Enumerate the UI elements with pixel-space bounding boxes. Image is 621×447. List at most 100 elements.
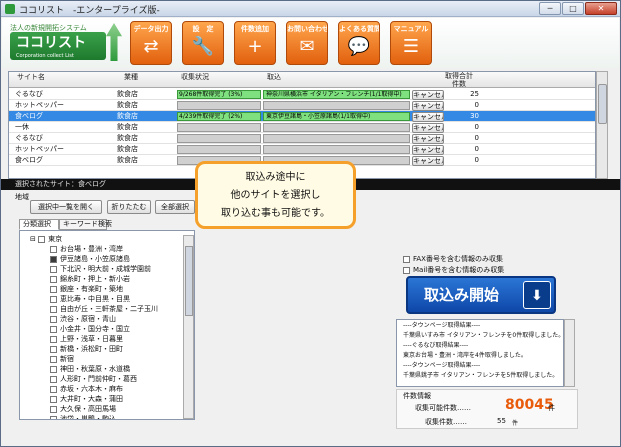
tree-item[interactable]: 下北沢・明大前・成城学園前	[50, 264, 151, 274]
table-row[interactable]: ホットペッパー 飲食店 キャンセル 0	[9, 100, 595, 111]
tree-item-label: 恵比寿・中目黒・目黒	[60, 295, 130, 303]
tree-item[interactable]: 伊豆諸島・小笠原諸島	[50, 254, 130, 264]
industry: 飲食店	[117, 90, 138, 98]
site-name: ホットペッパー	[15, 101, 64, 109]
select-all-button[interactable]: 全部選択	[155, 200, 195, 214]
tree-checkbox[interactable]	[50, 345, 57, 353]
table-row[interactable]: 食べログ 飲食店 4/239件取得完了 (2%) 東京伊豆諸島・小笠原諸島(1/1取得…	[9, 111, 595, 122]
count: 0	[474, 134, 479, 142]
site-name: 食べログ	[15, 112, 43, 120]
tree-checkbox[interactable]	[50, 265, 57, 273]
tree-checkbox[interactable]	[50, 375, 57, 383]
logo-english: Corporation collect List	[16, 53, 74, 59]
tree-checkbox[interactable]	[50, 365, 57, 373]
toolbar-button-5[interactable]: マニュアル ☰	[390, 21, 432, 65]
table-row[interactable]: ホットペッパー 飲食店 キャンセル 0	[9, 144, 595, 155]
cancel-button[interactable]: キャンセル	[412, 145, 444, 155]
tree-checkbox[interactable]	[50, 355, 57, 363]
tree-checkbox[interactable]	[50, 285, 57, 293]
table-row[interactable]: 一休 飲食店 キャンセル 0	[9, 122, 595, 133]
tab-category[interactable]: 分類選択	[19, 219, 59, 230]
collapse-toggle-icon[interactable]: ⊟	[30, 235, 38, 243]
cancel-button[interactable]: キャンセル	[412, 134, 444, 144]
toolbar-button-4[interactable]: よくある質問 💬	[338, 21, 380, 65]
log-scrollbar[interactable]	[564, 319, 575, 387]
available-count-label: 収集可能件数……	[415, 404, 471, 412]
tree-checkbox[interactable]	[50, 315, 57, 323]
start-import-label: 取込み開始	[424, 286, 500, 304]
app-window: ココリスト -エンタープライズ版- ─ □ ✕ 法人の新規開拓システム ココリス…	[0, 0, 621, 447]
col-count-2: 件数	[452, 80, 466, 88]
status-bar	[177, 145, 261, 154]
close-button[interactable]: ✕	[585, 2, 617, 15]
tree-checkbox[interactable]	[50, 325, 57, 333]
tree-item[interactable]: 渋谷・原宿・青山	[50, 314, 116, 324]
mail-checkbox[interactable]	[403, 266, 410, 274]
col-import: 取込	[267, 73, 281, 81]
tree-item-label: 赤坂・六本木・麻布	[60, 385, 123, 393]
tree-item[interactable]: 新橋・浜松町・田町	[50, 344, 123, 354]
area-label: 地域	[15, 193, 29, 201]
collapse-button[interactable]: 折りたたむ	[107, 200, 151, 214]
table-row[interactable]: ぐるなび 飲食店 キャンセル 0	[9, 133, 595, 144]
cancel-button[interactable]: キャンセル	[412, 90, 444, 100]
available-count-value: 80045	[505, 397, 554, 413]
tree-checkbox[interactable]	[38, 235, 46, 243]
tree-item[interactable]: 自由が丘・三軒茶屋・二子玉川	[50, 304, 158, 314]
tree-item[interactable]: 錦糸町・押上・新小岩	[50, 274, 130, 284]
cancel-button[interactable]: キャンセル	[412, 112, 444, 122]
tree-item[interactable]: 池袋・巣鴨・駒込	[50, 414, 116, 419]
fax-checkbox[interactable]	[403, 255, 410, 263]
mail-option[interactable]: Mail番号を含む情報のみ収集	[403, 265, 504, 275]
start-import-button[interactable]: 取込み開始 ⬇	[406, 276, 556, 314]
tree-checkbox[interactable]	[50, 415, 57, 419]
info-header: 件数情報	[403, 392, 431, 400]
tree-checkbox[interactable]	[50, 295, 57, 303]
toolbar-button-label: データ出力	[133, 25, 169, 33]
tree-checkbox[interactable]	[50, 245, 57, 253]
tree-item[interactable]: ⊟ 東京	[30, 234, 62, 244]
tree-item-label: 渋谷・原宿・青山	[60, 315, 116, 323]
import-progress-bar	[263, 145, 410, 154]
tree-item[interactable]: 大久保・高田馬場	[50, 404, 116, 414]
tab-keyword[interactable]: キーワード検索	[59, 219, 112, 230]
toolbar-button-3[interactable]: お問い合わせ ✉	[286, 21, 328, 65]
cancel-button[interactable]: キャンセル	[412, 156, 444, 166]
table-row[interactable]: ぐるなび 飲食店 9/268件取得完了 (3%) 神奈川県横浜市 イタリアン・フレンチ…	[9, 89, 595, 100]
tree-item[interactable]: 銀座・有楽町・築地	[50, 284, 123, 294]
toolbar-button-0[interactable]: データ出力 ⇄	[130, 21, 172, 65]
tree-item[interactable]: 人形町・門前仲町・葛西	[50, 374, 137, 384]
tree-checkbox[interactable]	[50, 275, 57, 283]
tree-item[interactable]: 恵比寿・中目黒・目黒	[50, 294, 130, 304]
tree-item[interactable]: お台場・豊洲・湾岸	[50, 244, 123, 254]
tree-checkbox[interactable]	[50, 255, 57, 263]
tree-scroll-thumb[interactable]	[185, 246, 193, 316]
tree-item[interactable]: 新宿	[50, 354, 74, 364]
site-name: ぐるなび	[15, 90, 43, 98]
toolbar-button-2[interactable]: 件数追加 +	[234, 21, 276, 65]
tree-checkbox[interactable]	[50, 335, 57, 343]
scroll-thumb[interactable]	[598, 84, 607, 124]
tree-item[interactable]: 小金井・国分寺・国立	[50, 324, 130, 334]
tree-item[interactable]: 大井町・大森・蒲田	[50, 394, 123, 404]
tree-checkbox[interactable]	[50, 305, 57, 313]
cancel-button[interactable]: キャンセル	[412, 101, 444, 111]
tree-item[interactable]: 神田・秋葉原・水道橋	[50, 364, 130, 374]
tree-checkbox[interactable]	[50, 385, 57, 393]
available-count-unit: 件	[548, 404, 555, 412]
maximize-button[interactable]: □	[562, 2, 584, 15]
import-progress-bar	[263, 123, 410, 132]
cancel-button[interactable]: キャンセル	[412, 123, 444, 133]
expand-selection-button[interactable]: 選択中一覧を開く	[30, 200, 102, 214]
collected-count-unit: 件	[512, 420, 519, 427]
fax-option[interactable]: FAX番号を含む情報のみ収集	[403, 254, 503, 264]
minimize-button[interactable]: ─	[539, 2, 561, 15]
tree-item[interactable]: 赤坂・六本木・麻布	[50, 384, 123, 394]
count: 0	[474, 123, 479, 131]
tree-item[interactable]: 上野・浅草・日暮里	[50, 334, 123, 344]
tree-checkbox[interactable]	[50, 405, 57, 413]
toolbar-button-1[interactable]: 設 定 🔧	[182, 21, 224, 65]
grid-scrollbar[interactable]	[596, 71, 608, 179]
tree-scrollbar[interactable]	[183, 235, 194, 419]
tree-checkbox[interactable]	[50, 395, 57, 403]
